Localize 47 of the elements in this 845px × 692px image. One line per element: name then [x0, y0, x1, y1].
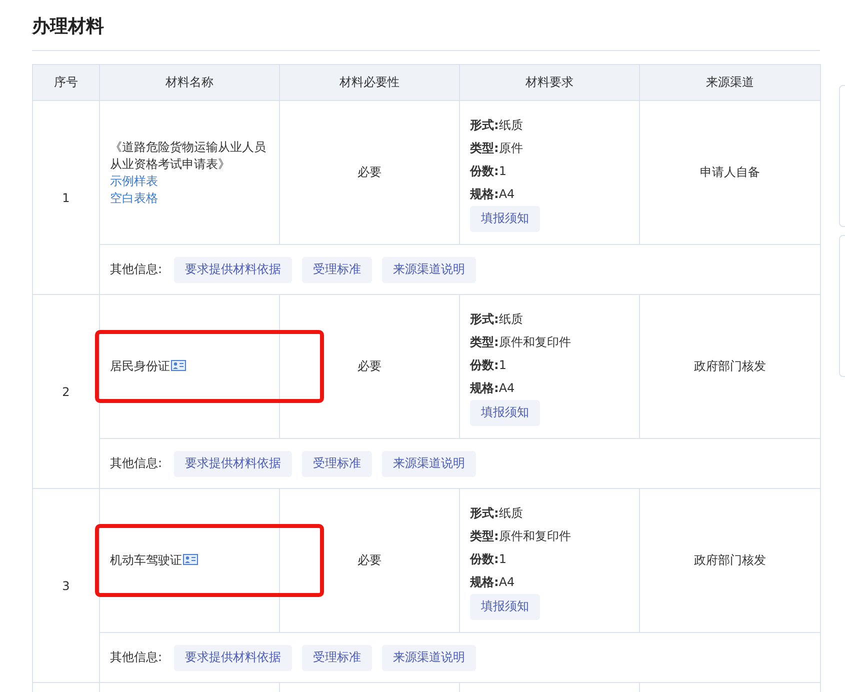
form-link[interactable]: 空白表格 — [110, 190, 158, 206]
material-name: 居民身份证 — [110, 359, 170, 373]
column-header: 材料要求 — [526, 75, 574, 89]
column-header: 材料名称 — [166, 75, 214, 89]
requirement-text: 类型:原件 — [470, 140, 523, 156]
other-info-label: 其他信息: — [110, 649, 162, 666]
column-header: 序号 — [54, 75, 78, 89]
notice-button[interactable]: 填报须知 — [470, 594, 540, 620]
other-info-label: 其他信息: — [110, 455, 162, 472]
requirement-text: 规格:A4 — [470, 380, 515, 396]
requirement-text: 形式:纸质 — [470, 504, 523, 522]
info-button[interactable]: 受理标准 — [302, 644, 372, 670]
requirement-text: 份数:1 — [470, 356, 506, 374]
source-text: 政府部门核发 — [693, 552, 767, 569]
info-button[interactable]: 来源渠道说明 — [382, 256, 476, 282]
requirement-text: 份数:1 — [470, 162, 506, 180]
necessity-text: 必要 — [356, 164, 382, 181]
form-link[interactable]: 示例样表 — [110, 172, 158, 190]
source-text: 申请人自备 — [699, 164, 761, 181]
necessity-text: 必要 — [356, 358, 382, 375]
requirement-text: 规格:A4 — [470, 186, 515, 202]
material-name: 机动车驾驶证 — [110, 553, 182, 567]
info-button[interactable]: 要求提供材料依据 — [174, 450, 292, 476]
material-name: 《道路危险货物运输从业人员从业资格考试申请表》 — [110, 140, 266, 170]
column-header: 来源渠道 — [706, 75, 754, 89]
other-info-label: 其他信息: — [110, 261, 162, 278]
info-button[interactable]: 来源渠道说明 — [382, 450, 476, 476]
requirement-text: 类型:原件和复印件 — [470, 528, 571, 544]
info-button[interactable]: 受理标准 — [302, 450, 372, 476]
column-header: 材料必要性 — [340, 75, 400, 89]
info-button[interactable]: 来源渠道说明 — [382, 644, 476, 670]
info-button[interactable]: 要求提供材料依据 — [174, 256, 292, 282]
row-number: 1 — [61, 190, 71, 204]
source-text: 政府部门核发 — [693, 358, 767, 375]
requirement-text: 份数:1 — [470, 550, 506, 568]
requirement-text: 形式:纸质 — [470, 310, 523, 328]
section-title: 办理材料 — [32, 15, 104, 38]
requirement-text: 形式:纸质 — [470, 116, 523, 134]
info-button[interactable]: 要求提供材料依据 — [174, 644, 292, 670]
row-number: 2 — [61, 384, 71, 398]
row-number: 3 — [61, 578, 71, 592]
necessity-text: 必要 — [356, 552, 382, 569]
notice-button[interactable]: 填报须知 — [470, 206, 540, 232]
notice-button[interactable]: 填报须知 — [470, 400, 540, 426]
requirement-text: 类型:原件和复印件 — [470, 334, 571, 350]
info-button[interactable]: 受理标准 — [302, 256, 372, 282]
requirement-text: 规格:A4 — [470, 574, 515, 590]
